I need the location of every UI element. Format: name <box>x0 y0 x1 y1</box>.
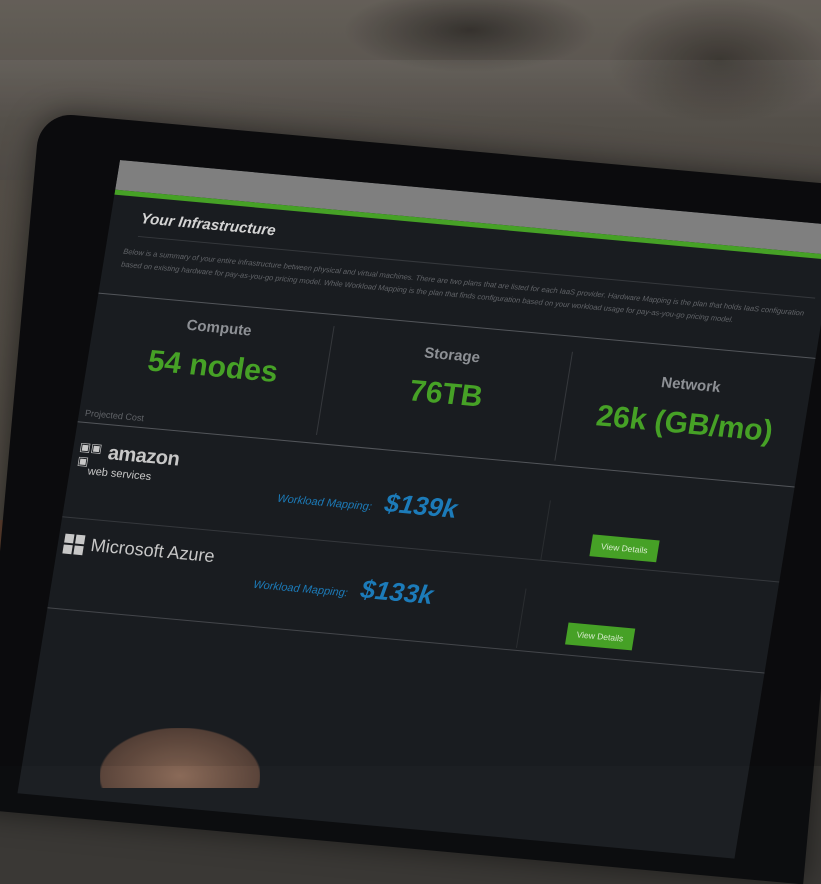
azure-logo: Microsoft Azure <box>62 533 216 567</box>
user-hand <box>100 728 260 788</box>
azure-view-details-button[interactable]: View Details <box>565 622 635 651</box>
aws-view-details-button[interactable]: View Details <box>589 534 660 563</box>
stat-value: 76TB <box>406 374 486 414</box>
stat-value: 54 nodes <box>145 344 281 389</box>
workload-mapping-label: Workload Mapping: <box>252 578 349 600</box>
stat-storage: Storage 76TB <box>334 337 564 421</box>
stat-label: Network <box>660 374 722 397</box>
cell-divider <box>540 500 551 560</box>
projected-cost-label: Projected Cost <box>84 407 145 424</box>
aws-logo-text: amazon <box>106 442 181 471</box>
stat-label: Compute <box>185 316 253 340</box>
stat-value: 26k (GB/mo) <box>593 399 776 449</box>
workload-mapping-price: $139k <box>382 487 460 524</box>
windows-icon <box>62 533 86 555</box>
background-window-light <box>0 60 821 120</box>
workload-mapping-label: Workload Mapping: <box>276 492 373 514</box>
page-title: Your Infrastructure <box>139 210 277 240</box>
azure-workload-mapping: Workload Mapping: $133k <box>252 564 436 611</box>
azure-logo-text: Microsoft Azure <box>89 535 217 567</box>
aws-logo: ▣▣ ▣ amazon web services <box>75 440 181 486</box>
stat-network: Network 26k (GB/mo) <box>567 366 806 451</box>
aws-workload-mapping: Workload Mapping: $139k <box>276 478 460 525</box>
stat-label: Storage <box>422 344 482 367</box>
row-divider <box>47 607 765 674</box>
workload-mapping-price: $133k <box>358 573 436 611</box>
stat-compute: Compute 54 nodes <box>105 310 325 393</box>
cell-divider <box>515 588 527 648</box>
